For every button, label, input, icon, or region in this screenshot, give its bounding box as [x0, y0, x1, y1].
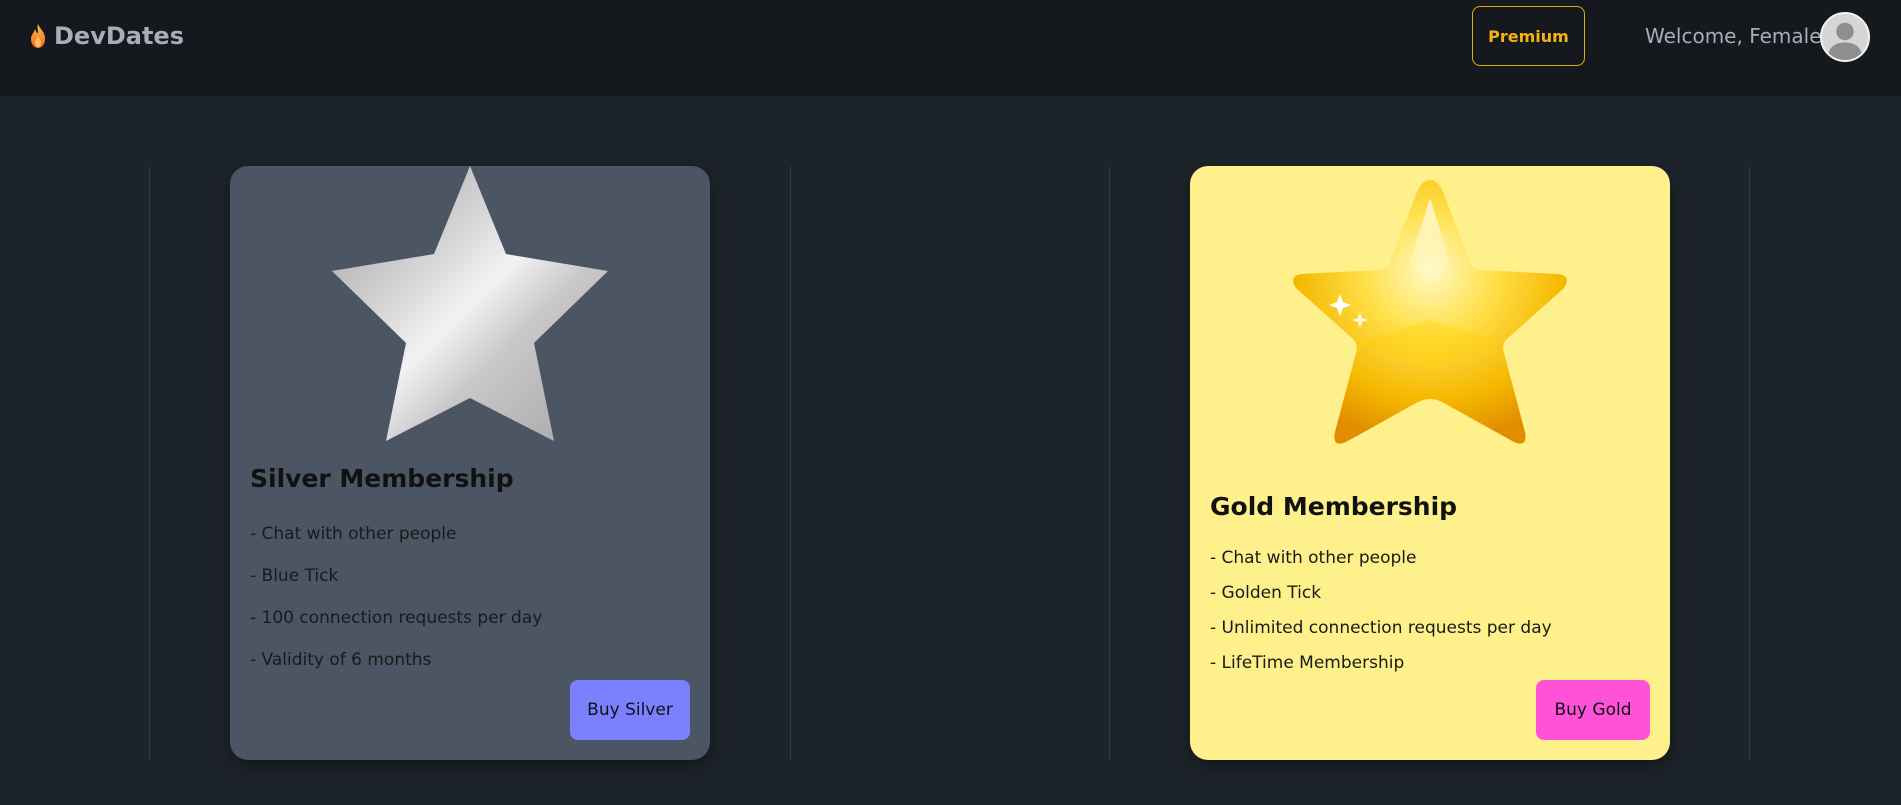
column-divider	[1109, 166, 1110, 760]
feature-item: - Chat with other people	[1210, 548, 1417, 568]
feature-item: - Chat with other people	[250, 524, 457, 544]
feature-item: - 100 connection requests per day	[250, 608, 543, 628]
feature-item: - LifeTime Membership	[1210, 653, 1405, 673]
feature-list: - Chat with other people - Golden Tick -…	[1210, 541, 1552, 681]
welcome-text: Welcome, Female	[1645, 24, 1822, 48]
buy-silver-button[interactable]: Buy Silver	[570, 680, 690, 740]
gold-star-icon	[1293, 180, 1567, 444]
navbar: DevDates Premium Welcome, Female	[0, 0, 1901, 96]
silver-star-icon	[332, 166, 608, 441]
user-avatar-icon	[1822, 14, 1868, 60]
feature-item: - Unlimited connection requests per day	[1210, 618, 1552, 638]
card-title: Gold Membership	[1210, 492, 1458, 521]
column-divider	[1749, 166, 1750, 760]
feature-item: - Blue Tick	[250, 566, 339, 586]
brand-name: DevDates	[54, 22, 184, 50]
feature-item: - Validity of 6 months	[250, 650, 432, 670]
column-divider	[790, 166, 791, 760]
feature-list: - Chat with other people - Blue Tick - 1…	[250, 513, 542, 681]
feature-item: - Golden Tick	[1210, 583, 1322, 603]
buy-gold-button[interactable]: Buy Gold	[1536, 680, 1650, 740]
user-avatar[interactable]	[1820, 12, 1870, 62]
column-divider	[149, 166, 150, 760]
silver-membership-card: Silver Membership - Chat with other peop…	[230, 166, 710, 760]
gold-membership-card: Gold Membership - Chat with other people…	[1190, 166, 1670, 760]
brand-logo-link[interactable]: DevDates	[28, 22, 184, 50]
card-title: Silver Membership	[250, 464, 514, 493]
flame-icon	[31, 24, 45, 48]
premium-button[interactable]: Premium	[1472, 6, 1585, 66]
